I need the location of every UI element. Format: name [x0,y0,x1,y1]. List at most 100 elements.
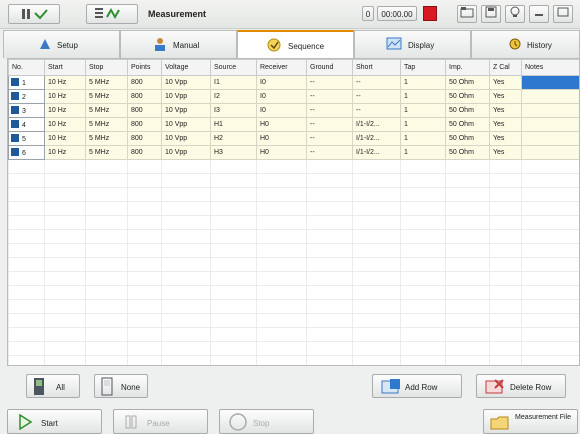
table-cell[interactable]: H3 [210,145,257,160]
column-header-short[interactable]: Short [352,59,401,76]
table-cell[interactable]: 800 [127,131,162,146]
table-row[interactable] [8,201,579,216]
table-cell[interactable]: -- [352,75,401,90]
table-cell[interactable]: H2 [210,131,257,146]
table-cell[interactable]: 10 Vpp [161,75,211,90]
table-row[interactable] [8,327,579,342]
table-row[interactable]: 1 10 Hz 5 MHz 800 10 Vpp I1 I0 -- -- 1 50 Ohm Yes [8,75,579,90]
table-cell[interactable]: 10 Hz [44,117,86,132]
save-button[interactable] [481,5,501,23]
column-header-no[interactable]: No. [8,59,45,76]
column-header-imp[interactable]: Imp. [445,59,490,76]
row-number-cell[interactable]: 4 [8,117,45,132]
table-cell[interactable]: -- [306,145,353,160]
table-cell[interactable]: 1 [400,89,446,104]
table-cell[interactable]: H0 [256,117,307,132]
table-cell[interactable]: 50 Ohm [445,103,490,118]
table-cell[interactable]: I2 [210,89,257,104]
sweep-mode-button[interactable] [86,4,138,24]
table-cell[interactable]: 800 [127,89,162,104]
table-cell[interactable]: 50 Ohm [445,145,490,160]
table-cell[interactable]: 800 [127,117,162,132]
table-cell[interactable]: -- [352,89,401,104]
start-button[interactable]: Start [7,409,102,434]
table-cell[interactable]: Yes [489,131,522,146]
table-row[interactable] [8,285,579,300]
table-cell[interactable]: H0 [256,131,307,146]
table-cell[interactable]: 50 Ohm [445,75,490,90]
table-cell[interactable]: I3 [210,103,257,118]
table-cell[interactable]: I1 [210,75,257,90]
table-cell[interactable]: H1 [210,117,257,132]
add-row-button[interactable]: Add Row [372,374,462,398]
table-cell[interactable]: Yes [489,117,522,132]
table-cell[interactable]: 5 MHz [85,103,128,118]
table-cell[interactable]: 800 [127,75,162,90]
row-enabled-icon[interactable] [11,134,19,142]
table-cell[interactable] [521,89,579,104]
table-cell[interactable]: 50 Ohm [445,131,490,146]
close-button[interactable] [553,5,573,23]
table-cell[interactable]: Yes [489,103,522,118]
row-number-cell[interactable]: 6 [8,145,45,160]
table-cell[interactable]: Yes [489,89,522,104]
delete-row-button[interactable]: Delete Row [476,374,566,398]
table-row[interactable] [8,187,579,202]
column-header-points[interactable]: Points [127,59,162,76]
table-cell[interactable]: 10 Hz [44,89,86,104]
tab-setup[interactable]: Setup [3,30,120,58]
table-cell[interactable]: I0 [256,75,307,90]
table-row[interactable] [8,313,579,328]
column-header-receiver[interactable]: Receiver [256,59,307,76]
table-cell[interactable]: 1 [400,131,446,146]
table-cell[interactable]: 10 Vpp [161,103,211,118]
table-row[interactable] [8,229,579,244]
tab-sequence[interactable]: Sequence [237,30,354,60]
row-number-cell[interactable]: 3 [8,103,45,118]
check-mode-button[interactable] [8,4,60,24]
row-enabled-icon[interactable] [11,92,19,100]
column-header-start[interactable]: Start [44,59,86,76]
table-cell[interactable]: 10 Vpp [161,117,211,132]
table-cell[interactable] [521,145,579,160]
column-header-source[interactable]: Source [210,59,257,76]
table-cell[interactable]: 50 Ohm [445,89,490,104]
table-cell[interactable]: 800 [127,145,162,160]
table-cell[interactable]: I/1-I/2... [352,117,401,132]
row-number-cell[interactable]: 2 [8,89,45,104]
column-header-ground[interactable]: Ground [306,59,353,76]
table-row[interactable] [8,215,579,230]
table-cell[interactable]: Yes [489,75,522,90]
table-cell[interactable]: -- [306,131,353,146]
table-cell[interactable]: 10 Hz [44,145,86,160]
table-cell[interactable]: 1 [400,103,446,118]
table-cell[interactable]: I0 [256,103,307,118]
column-header-tap[interactable]: Tap [400,59,446,76]
table-cell[interactable] [521,103,579,118]
table-cell[interactable]: 5 MHz [85,131,128,146]
table-cell[interactable] [521,131,579,146]
tab-manual[interactable]: Manual [120,30,237,58]
row-enabled-icon[interactable] [11,106,19,114]
table-cell[interactable]: 10 Vpp [161,89,211,104]
help-button[interactable] [505,5,525,23]
pause-button[interactable]: Pause [113,409,208,434]
table-cell[interactable] [521,75,579,90]
table-cell[interactable]: -- [306,89,353,104]
table-row[interactable] [8,159,579,174]
row-number-cell[interactable]: 5 [8,131,45,146]
table-cell[interactable]: 10 Hz [44,103,86,118]
table-cell[interactable]: -- [306,103,353,118]
table-cell[interactable]: 10 Hz [44,131,86,146]
column-header-voltage[interactable]: Voltage [161,59,211,76]
tab-history[interactable]: History [471,30,580,58]
minimize-button[interactable] [529,5,549,23]
table-cell[interactable]: 5 MHz [85,145,128,160]
table-row[interactable] [8,243,579,258]
table-cell[interactable]: I/1-I/2... [352,131,401,146]
table-cell[interactable]: 10 Vpp [161,131,211,146]
table-cell[interactable]: 50 Ohm [445,117,490,132]
table-row[interactable]: 3 10 Hz 5 MHz 800 10 Vpp I3 I0 -- -- 1 50 Ohm Yes [8,103,579,118]
table-row[interactable] [8,299,579,314]
table-cell[interactable]: Yes [489,145,522,160]
